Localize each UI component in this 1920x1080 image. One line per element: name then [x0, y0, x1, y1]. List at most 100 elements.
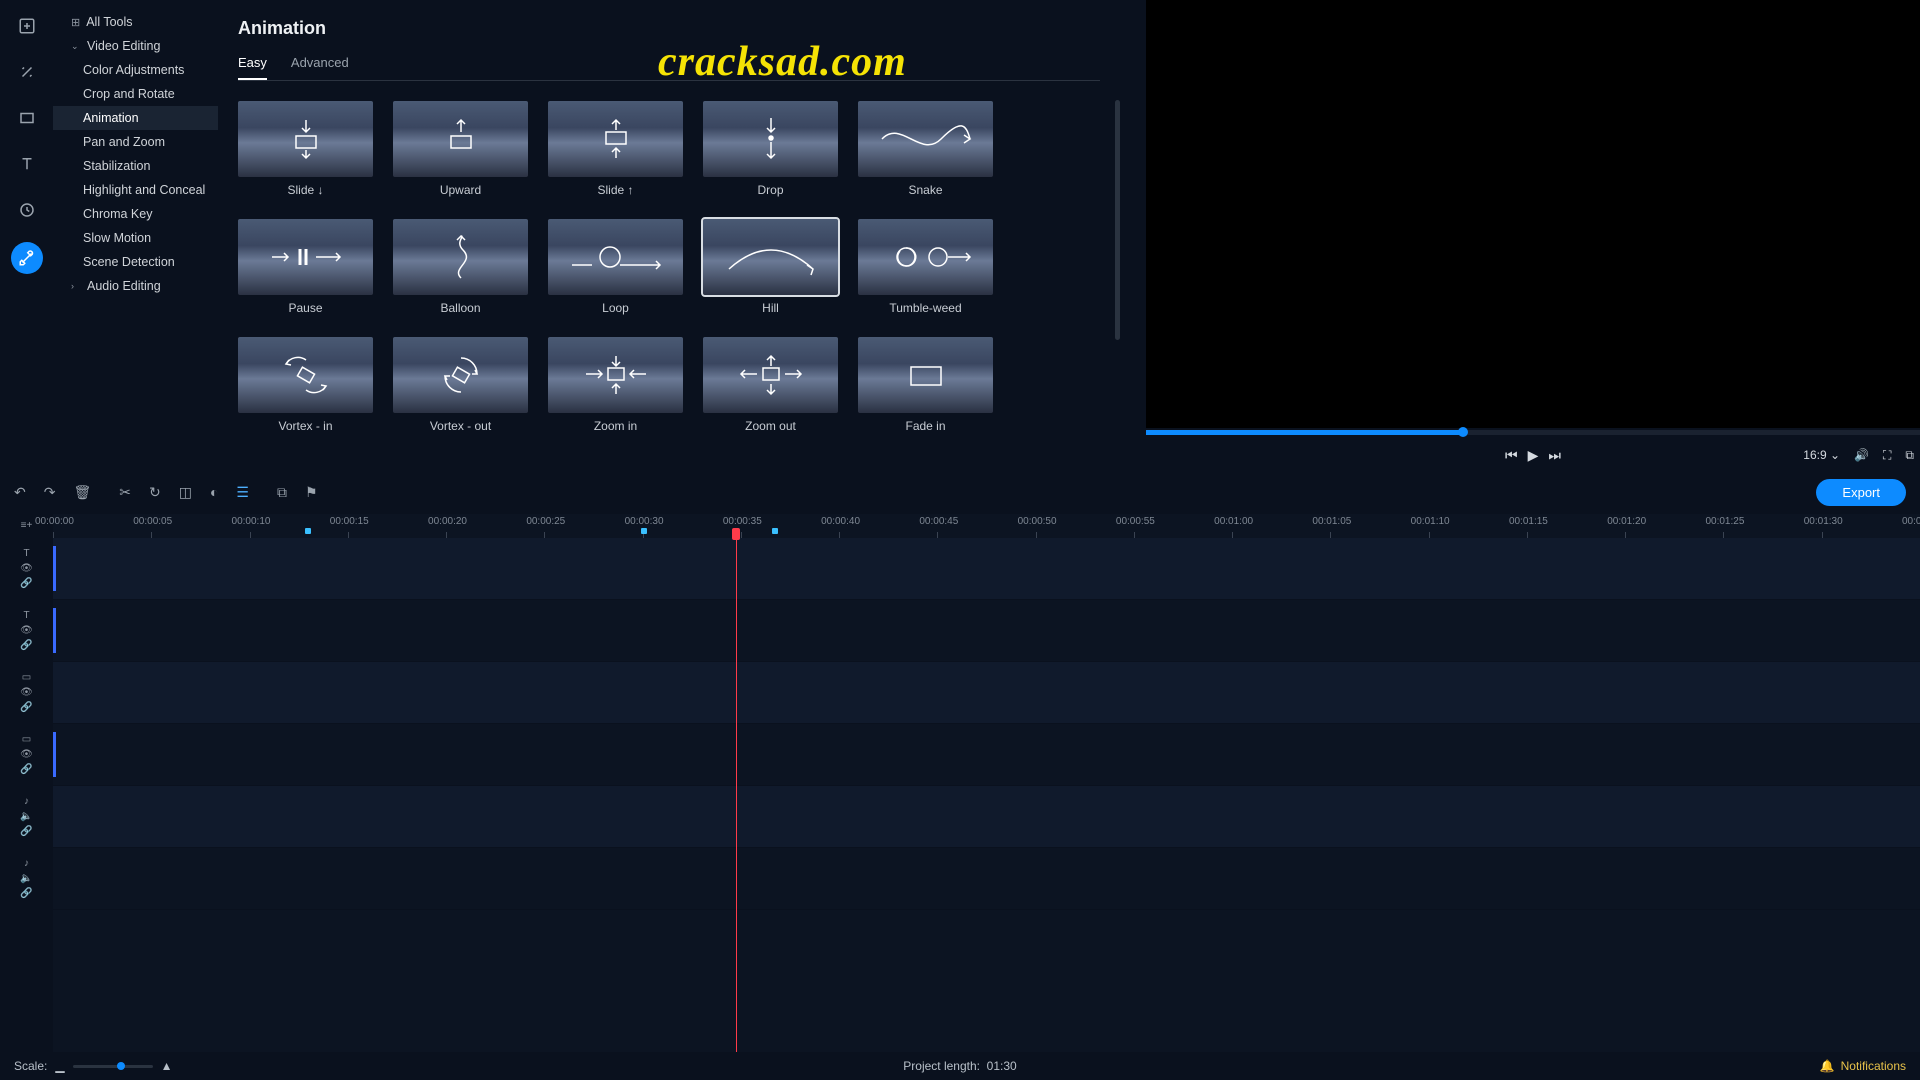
time-ruler[interactable]: 00:00:0000:00:0500:00:1000:00:1500:00:20… — [53, 514, 1920, 538]
preset-slide-down[interactable]: Slide ↓ — [238, 101, 373, 197]
preview-video[interactable] — [1146, 0, 1920, 428]
tab-advanced[interactable]: Advanced — [291, 55, 349, 80]
text-track-icon: T — [23, 610, 29, 621]
preset-zoom-out[interactable]: Zoom out — [703, 337, 838, 433]
transport-controls: ⏮ ▶ ⏭ — [1505, 447, 1561, 464]
text-icon[interactable] — [13, 150, 41, 178]
tree-slow-motion[interactable]: Slow Motion — [53, 226, 218, 250]
redo-icon[interactable]: ↷ — [44, 484, 56, 501]
mute-icon[interactable]: 🔈 — [20, 873, 32, 884]
tree-stabilization[interactable]: Stabilization — [53, 154, 218, 178]
track-head-video1[interactable]: ▭👁🔗 — [0, 662, 53, 724]
track-head-audio1[interactable]: ♪🔈🔗 — [0, 786, 53, 848]
fullscreen-icon[interactable]: ⛶ — [1883, 448, 1891, 463]
preset-zoom-in[interactable]: Zoom in — [548, 337, 683, 433]
volume-icon[interactable]: 🔊 — [1854, 448, 1869, 462]
track-head-text1[interactable]: T👁🔗 — [0, 538, 53, 600]
track-head-audio2[interactable]: ♪🔈🔗 — [0, 848, 53, 910]
preset-loop[interactable]: Loop — [548, 219, 683, 315]
next-frame-icon[interactable]: ⏭ — [1548, 447, 1561, 464]
link-icon[interactable]: 🔗 — [20, 888, 32, 899]
rotate-icon[interactable]: ↻ — [149, 484, 161, 501]
ruler-tick: 00:01:25 — [1705, 516, 1744, 527]
preset-balloon[interactable]: Balloon — [393, 219, 528, 315]
preset-snake[interactable]: Snake — [858, 101, 993, 197]
link-icon[interactable]: 🔗 — [20, 702, 32, 713]
aspect-selector[interactable]: 16:9 ⌄ — [1803, 448, 1840, 462]
properties-icon[interactable]: ☰ — [236, 484, 249, 501]
color-icon[interactable]: ◐ — [210, 484, 218, 500]
popout-icon[interactable]: ⧉ — [1905, 448, 1914, 463]
scale-knob[interactable] — [117, 1062, 125, 1070]
timeline-marker[interactable] — [305, 528, 311, 534]
tools-icon[interactable] — [11, 242, 43, 274]
playhead[interactable] — [736, 538, 737, 1052]
track-head-text2[interactable]: T 👁 🔗 — [0, 600, 53, 662]
visibility-icon[interactable]: 👁 — [20, 687, 33, 698]
tree-animation[interactable]: Animation — [53, 106, 218, 130]
timeline-marker[interactable] — [772, 528, 778, 534]
tree-audio-editing[interactable]: ›Audio Editing — [53, 274, 218, 298]
undo-icon[interactable]: ↶ — [14, 484, 26, 501]
mute-icon[interactable]: 🔈 — [20, 811, 32, 822]
preview-pane: ⏮ ▶ ⏭ 16:9 ⌄ 🔊 ⛶ ⧉ — [1130, 0, 1920, 470]
aspect-icon[interactable] — [13, 104, 41, 132]
scale-slider[interactable] — [73, 1065, 153, 1068]
track-head-video2[interactable]: ▭👁🔗 — [0, 724, 53, 786]
import-icon[interactable] — [13, 12, 41, 40]
panel-scrollbar[interactable] — [1115, 100, 1120, 340]
clip-marker[interactable] — [53, 546, 56, 591]
visibility-icon[interactable]: 👁 — [20, 563, 33, 574]
delete-icon[interactable]: 🗑 — [73, 484, 91, 501]
prev-frame-icon[interactable]: ⏮ — [1505, 447, 1518, 464]
preset-pause[interactable]: Pause — [238, 219, 373, 315]
add-track-icon[interactable]: ≡+ — [21, 520, 33, 531]
tree-all-tools[interactable]: ⊞All Tools — [53, 10, 218, 34]
tracks-area[interactable] — [53, 538, 1920, 1052]
play-icon[interactable]: ▶ — [1528, 447, 1539, 464]
ruler-tick: 00:00:55 — [1116, 516, 1155, 527]
clip-marker[interactable] — [53, 608, 56, 653]
effects-icon[interactable] — [13, 58, 41, 86]
record-icon[interactable]: ⧉ — [277, 484, 287, 501]
link-icon[interactable]: 🔗 — [20, 826, 32, 837]
playhead-handle[interactable] — [732, 528, 740, 540]
zoom-in-icon[interactable]: ▲ — [161, 1059, 173, 1073]
seek-bar[interactable] — [1146, 430, 1920, 435]
tree-chroma-key[interactable]: Chroma Key — [53, 202, 218, 226]
tree-pan-zoom[interactable]: Pan and Zoom — [53, 130, 218, 154]
track-row — [53, 662, 1920, 724]
notifications-button[interactable]: 🔔 Notifications — [1820, 1059, 1906, 1073]
tree-highlight-conceal[interactable]: Highlight and Conceal — [53, 178, 218, 202]
clip-marker[interactable] — [53, 732, 56, 777]
preset-hill[interactable]: Hill — [703, 219, 838, 315]
ruler-tick: 00:00:25 — [526, 516, 565, 527]
link-icon[interactable]: 🔗 — [20, 640, 32, 651]
preset-tumble-weed[interactable]: Tumble-weed — [858, 219, 993, 315]
crop-icon[interactable]: ◫ — [179, 484, 192, 501]
visibility-icon[interactable]: 👁 — [20, 625, 33, 636]
link-icon[interactable]: 🔗 — [20, 578, 32, 589]
preset-vortex-out[interactable]: Vortex - out — [393, 337, 528, 433]
tree-color-adjustments[interactable]: Color Adjustments — [53, 58, 218, 82]
preset-slide-up[interactable]: Slide ↑ — [548, 101, 683, 197]
timeline: ≡+ T👁🔗 T👁🔗 ▭👁🔗 ▭👁🔗 ♪🔈🔗 ♪🔈🔗 00:00:0000:00… — [0, 514, 1920, 1052]
export-button[interactable]: Export — [1816, 479, 1906, 506]
preset-vortex-in[interactable]: Vortex - in — [238, 337, 373, 433]
tree-video-editing[interactable]: ⌄Video Editing — [53, 34, 218, 58]
tab-easy[interactable]: Easy — [238, 55, 267, 80]
cut-icon[interactable]: ✂ — [119, 484, 131, 501]
tree-crop-rotate[interactable]: Crop and Rotate — [53, 82, 218, 106]
history-icon[interactable] — [13, 196, 41, 224]
visibility-icon[interactable]: 👁 — [20, 749, 33, 760]
tree-scene-detection[interactable]: Scene Detection — [53, 250, 218, 274]
ruler-tick: 00:00:50 — [1018, 516, 1057, 527]
link-icon[interactable]: 🔗 — [20, 764, 32, 775]
preset-upward[interactable]: Upward — [393, 101, 528, 197]
timeline-marker[interactable] — [641, 528, 647, 534]
marker-icon[interactable]: ⚑ — [305, 484, 318, 501]
seek-knob[interactable] — [1458, 427, 1468, 437]
preset-drop[interactable]: Drop — [703, 101, 838, 197]
zoom-out-icon[interactable]: ▁ — [55, 1059, 64, 1073]
preset-fade-in[interactable]: Fade in — [858, 337, 993, 433]
